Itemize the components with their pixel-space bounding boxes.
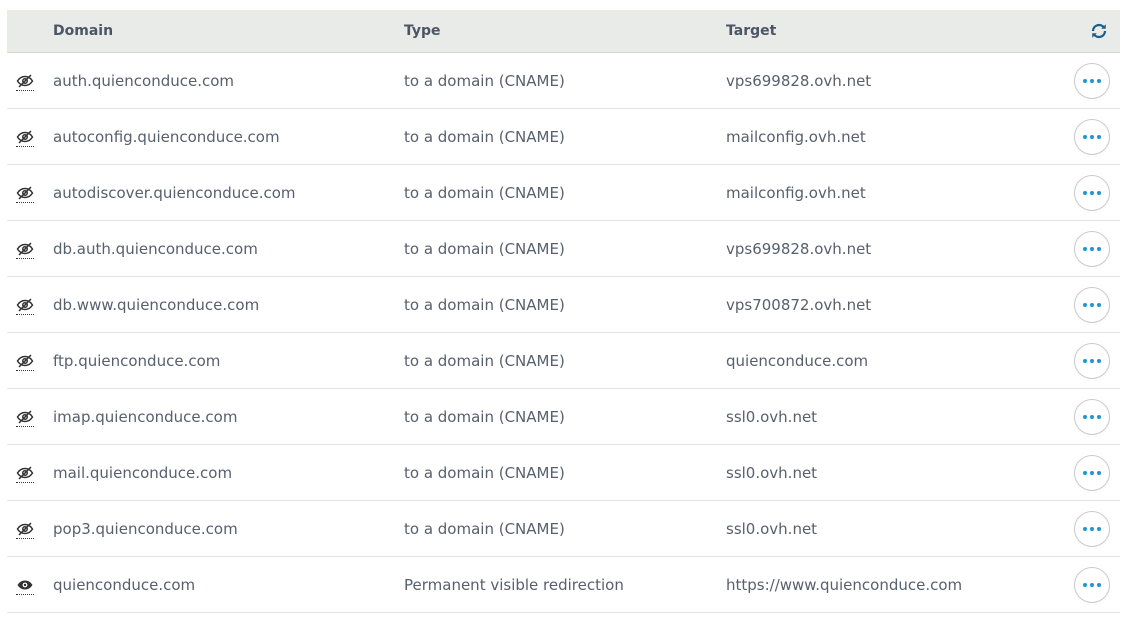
record-type: to a domain (CNAME) [404,519,565,538]
record-target: ssl0.ovh.net [726,519,818,538]
table-body: auth.quienconduce.com to a domain (CNAME)… [7,53,1120,613]
ellipsis-icon [1083,583,1101,587]
eye-slash-icon [16,184,34,203]
ellipsis-icon [1083,135,1101,139]
record-domain: autodiscover.quienconduce.com [53,183,296,202]
refresh-icon[interactable] [1090,22,1108,40]
record-type: to a domain (CNAME) [404,183,565,202]
eye-icon [16,576,34,595]
record-domain: mail.quienconduce.com [53,463,233,482]
ellipsis-icon [1083,303,1101,307]
table-row: db.auth.quienconduce.com to a domain (CNA… [7,221,1120,277]
row-actions-button[interactable] [1074,287,1110,323]
record-target: mailconfig.ovh.net [726,127,866,146]
table-row: imap.quienconduce.com to a domain (CNAME)… [7,389,1120,445]
ellipsis-icon [1083,191,1101,195]
record-domain: db.auth.quienconduce.com [53,239,258,258]
record-type: Permanent visible redirection [404,575,624,594]
table-row: autodiscover.quienconduce.com to a domain… [7,165,1120,221]
ellipsis-icon [1083,527,1101,531]
record-target: https://www.quienconduce.com [726,575,963,594]
record-target: ssl0.ovh.net [726,407,818,426]
record-target: ssl0.ovh.net [726,463,818,482]
row-actions-button[interactable] [1074,175,1110,211]
record-domain: imap.quienconduce.com [53,407,238,426]
table-row: quienconduce.com Permanent visible redire… [7,557,1120,613]
record-target: vps699828.ovh.net [726,71,872,90]
record-type: to a domain (CNAME) [404,127,565,146]
row-actions-button[interactable] [1074,455,1110,491]
eye-slash-icon [16,352,34,371]
record-type: to a domain (CNAME) [404,351,565,370]
table-header: Domain Type Target [7,10,1120,53]
row-actions-button[interactable] [1074,63,1110,99]
eye-slash-icon [16,464,34,483]
ellipsis-icon [1083,359,1101,363]
row-actions-button[interactable] [1074,343,1110,379]
record-domain: quienconduce.com [53,575,196,594]
ellipsis-icon [1083,415,1101,419]
column-header-target[interactable]: Target [726,10,776,52]
ellipsis-icon [1083,247,1101,251]
row-actions-button[interactable] [1074,231,1110,267]
record-domain: auth.quienconduce.com [53,71,235,90]
row-actions-button[interactable] [1074,567,1110,603]
eye-slash-icon [16,408,34,427]
row-actions-button[interactable] [1074,399,1110,435]
record-type: to a domain (CNAME) [404,407,565,426]
eye-slash-icon [16,520,34,539]
record-target: mailconfig.ovh.net [726,183,866,202]
record-type: to a domain (CNAME) [404,463,565,482]
table-row: ftp.quienconduce.com to a domain (CNAME) q… [7,333,1120,389]
eye-slash-icon [16,128,34,147]
table-row: auth.quienconduce.com to a domain (CNAME)… [7,53,1120,109]
row-actions-button[interactable] [1074,119,1110,155]
table-row: pop3.quienconduce.com to a domain (CNAME)… [7,501,1120,557]
record-domain: db.www.quienconduce.com [53,295,260,314]
record-target: vps699828.ovh.net [726,239,872,258]
table-row: autoconfig.quienconduce.com to a domain (… [7,109,1120,165]
record-domain: ftp.quienconduce.com [53,351,221,370]
table-row: mail.quienconduce.com to a domain (CNAME)… [7,445,1120,501]
record-type: to a domain (CNAME) [404,71,565,90]
record-type: to a domain (CNAME) [404,239,565,258]
record-target: quienconduce.com [726,351,869,370]
column-header-type[interactable]: Type [404,10,441,52]
record-type: to a domain (CNAME) [404,295,565,314]
record-domain: pop3.quienconduce.com [53,519,238,538]
record-domain: autoconfig.quienconduce.com [53,127,280,146]
ellipsis-icon [1083,471,1101,475]
eye-slash-icon [16,240,34,259]
dns-records-table: Domain Type Target auth.quienconduce.com… [7,10,1120,613]
row-actions-button[interactable] [1074,511,1110,547]
table-row: db.www.quienconduce.com to a domain (CNAM… [7,277,1120,333]
eye-slash-icon [16,72,34,91]
ellipsis-icon [1083,79,1101,83]
eye-slash-icon [16,296,34,315]
column-header-domain[interactable]: Domain [53,10,113,52]
record-target: vps700872.ovh.net [726,295,872,314]
